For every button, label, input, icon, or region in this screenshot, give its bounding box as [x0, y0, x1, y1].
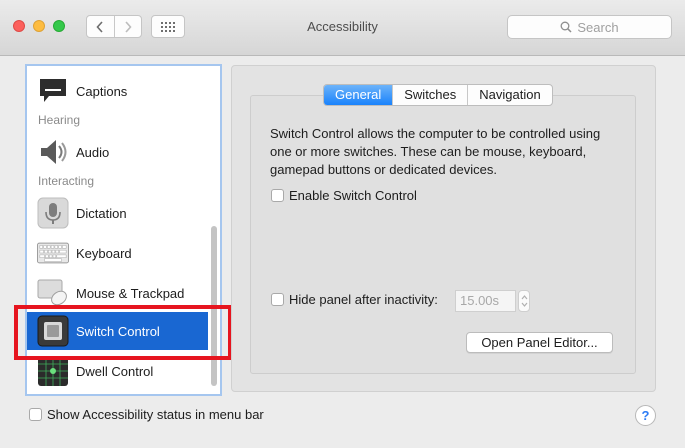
magnifier-icon	[560, 21, 572, 33]
checkbox-box[interactable]	[271, 293, 284, 306]
switch-control-description: Switch Control allows the computer to be…	[270, 126, 601, 177]
sidebar-section-interacting: Interacting	[38, 174, 95, 188]
tab-navigation[interactable]: Navigation	[467, 85, 551, 105]
sidebar-item-audio[interactable]: Audio	[27, 133, 208, 171]
preferences-window: Accessibility Search Captions Hearing Au…	[0, 0, 685, 448]
tab-general[interactable]: General	[324, 85, 393, 105]
tab-bar: General Switches Navigation	[323, 84, 553, 106]
sidebar-section-hearing: Hearing	[38, 113, 81, 127]
sidebar-item-dictation[interactable]: Dictation	[27, 194, 208, 232]
show-status-in-menu-bar-checkbox[interactable]: Show Accessibility status in menu bar	[29, 407, 264, 422]
checkbox-box[interactable]	[29, 408, 42, 421]
sidebar-item-label: Captions	[76, 83, 128, 99]
stepper-arrows-icon	[521, 295, 527, 307]
sidebar-item-label: Audio	[76, 144, 110, 160]
highlight-box	[14, 305, 232, 360]
open-panel-editor-button[interactable]: Open Panel Editor...	[466, 332, 613, 353]
hide-panel-label: Hide panel after inactivity:	[289, 292, 438, 307]
sidebar-item-keyboard[interactable]: Keyboard	[27, 234, 208, 272]
microphone-icon	[37, 197, 69, 229]
sidebar-item-label: Keyboard	[76, 245, 132, 261]
sidebar-item-label: Dictation	[76, 205, 127, 221]
keyboard-icon	[37, 237, 69, 269]
sidebar-item-label: Mouse & Trackpad	[76, 285, 185, 301]
enable-switch-control-label: Enable Switch Control	[289, 188, 417, 203]
title-bar: Accessibility Search	[0, 0, 685, 56]
search-field[interactable]: Search	[507, 15, 672, 39]
captions-icon	[37, 75, 69, 107]
help-button[interactable]: ?	[635, 405, 656, 426]
sidebar-item-label: Dwell Control	[76, 363, 154, 379]
enable-switch-control-checkbox[interactable]: Enable Switch Control	[271, 188, 417, 203]
checkbox-box[interactable]	[271, 189, 284, 202]
sidebar-item-captions[interactable]: Captions	[27, 72, 208, 110]
inactivity-duration-field[interactable]: 15.00s	[455, 290, 516, 312]
hide-panel-checkbox[interactable]: Hide panel after inactivity:	[271, 292, 438, 307]
speaker-icon	[37, 136, 69, 168]
search-placeholder: Search	[577, 19, 619, 35]
inactivity-duration-stepper[interactable]	[518, 290, 530, 312]
show-status-label: Show Accessibility status in menu bar	[47, 407, 264, 422]
tab-switches[interactable]: Switches	[392, 85, 467, 105]
